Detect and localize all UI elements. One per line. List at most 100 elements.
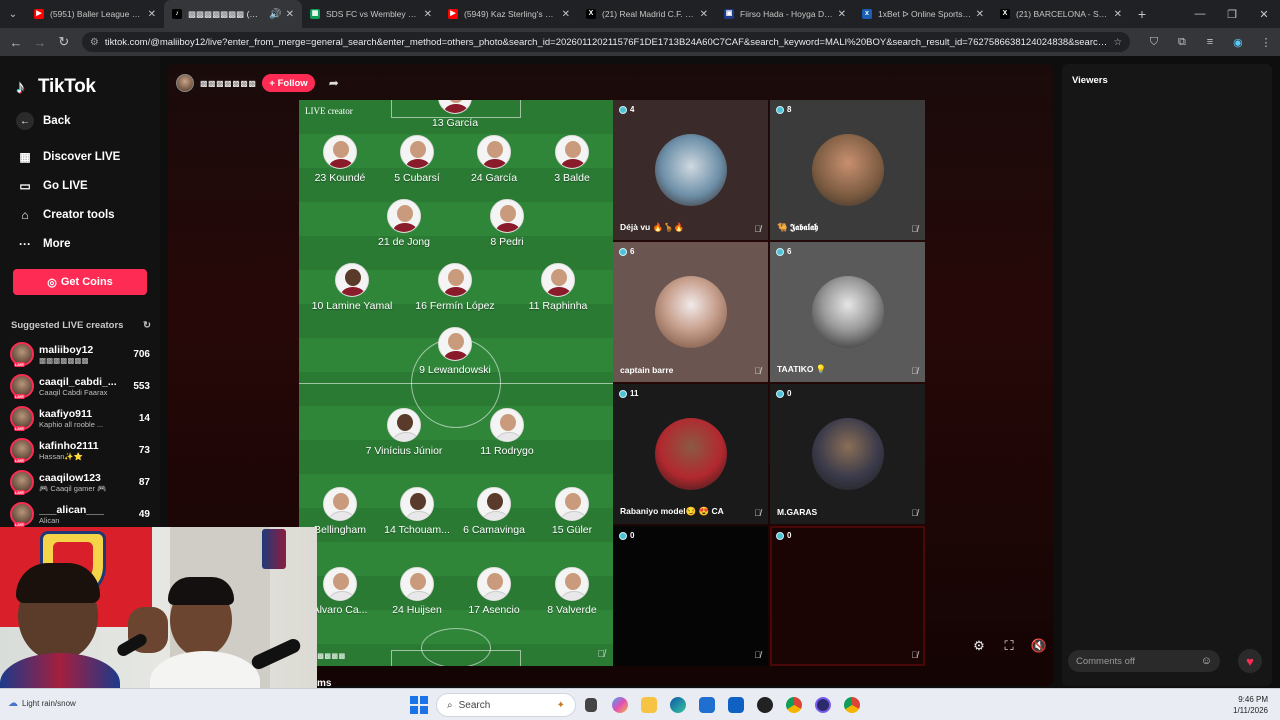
share-icon[interactable]: ➦ <box>329 76 339 90</box>
close-tab-icon[interactable]: ✕ <box>148 9 156 20</box>
media-player-icon[interactable] <box>808 693 837 717</box>
guest-tile[interactable]: 11 Rabaniyo model😏 😍 CA 🎙̸ <box>613 384 768 524</box>
sidebar-item-go-live[interactable]: ▭ Go LIVE <box>16 177 87 195</box>
taskbar-search[interactable]: ⌕ Search ✦ <box>436 693 576 717</box>
guest-tile[interactable]: 6 TAATIKO 💡 🎙̸ <box>770 242 925 382</box>
creator-avatar: LIVE <box>10 502 34 527</box>
comments-input[interactable]: Comments off ☺ <box>1068 650 1220 672</box>
creator-subtitle: ▩▩▩▩▩▩▩ <box>39 355 89 365</box>
emoji-icon[interactable]: ☺ <box>1201 655 1212 667</box>
weather-widget[interactable]: ☁ Light rain/snow <box>8 698 76 709</box>
back-link[interactable]: ← Back <box>16 112 71 130</box>
person-right-hair <box>168 577 234 605</box>
back-arrow-icon[interactable]: ← <box>4 35 28 50</box>
bookmark-star-icon[interactable]: ☆ <box>1113 37 1122 48</box>
file-explorer-icon[interactable] <box>634 693 663 717</box>
task-view-icon[interactable] <box>576 693 605 717</box>
forward-arrow-icon[interactable]: → <box>28 35 52 50</box>
guest-tile[interactable]: 0 🎙̸ <box>613 526 768 666</box>
suggested-creator[interactable]: LIVE maliiboy12 ▩▩▩▩▩▩▩ 706 <box>10 339 150 369</box>
browser-tab[interactable]: X (21) Real Madrid C.F. (@re ✕ <box>578 0 716 28</box>
tiktok-logo[interactable]: ♪ TikTok <box>16 76 96 98</box>
tab-search-menu-button[interactable]: ⌄ <box>0 0 26 28</box>
suggested-creator[interactable]: LIVE caaqil_cabdi_... Caaqil Cabdi Faarax 5… <box>10 371 150 401</box>
minimize-button[interactable]: — <box>1184 8 1216 21</box>
tab-title: ▩▩▩▩▩▩▩ (@mali <box>188 8 266 19</box>
browser-tab[interactable]: ▶ (5949) Kaz Sterling's SEN ✕ <box>440 0 578 28</box>
windows-start-icon[interactable] <box>410 696 428 714</box>
copilot-icon[interactable] <box>605 693 634 717</box>
close-window-button[interactable]: ✕ <box>1248 8 1280 21</box>
edge-icon[interactable] <box>663 693 692 717</box>
browser-tab[interactable]: ▦ SDS FC vs Wembley Rang ✕ <box>302 0 440 28</box>
close-tab-icon[interactable]: ✕ <box>1114 9 1122 20</box>
new-tab-button[interactable]: + <box>1130 6 1154 22</box>
suggested-creator[interactable]: LIVE ___alican___ Alican 49 <box>10 499 150 529</box>
creator-info: caaqilow123 🎮 Caaqil gamer 🎮 <box>39 472 121 493</box>
sidebar-item-creator-tools[interactable]: ⌂ Creator tools <box>16 206 114 224</box>
creator-name: kaafiyo911 <box>39 407 93 420</box>
sidebar-item-more[interactable]: ··· More <box>16 235 70 253</box>
browser-tab[interactable]: x 1xBet ᐅ Online Sports Be ✕ <box>854 0 992 28</box>
guest-tile[interactable]: 0 🎙̸ <box>770 526 925 666</box>
close-tab-icon[interactable]: ✕ <box>700 9 708 20</box>
suggested-creator[interactable]: LIVE kaafiyo911 Kaphio all rooble ... 14 <box>10 403 150 433</box>
shield-icon[interactable]: ⛉ <box>1140 36 1168 49</box>
profile-avatar-icon[interactable]: ◉ <box>1224 36 1252 49</box>
viewer-eye-icon <box>776 531 784 540</box>
browser-tab[interactable]: X (21) BARCELONA - Search ✕ <box>992 0 1130 28</box>
close-tab-icon[interactable]: ✕ <box>424 9 432 20</box>
close-tab-icon[interactable]: ✕ <box>562 9 570 20</box>
player-label: 13 García <box>431 117 479 129</box>
guest-tile[interactable]: 6 captain barre 🎙̸ <box>613 242 768 382</box>
guest-tile[interactable]: 0 M.GARAS 🎙̸ <box>770 384 925 524</box>
outlook-icon[interactable] <box>721 693 750 717</box>
chrome-icon[interactable] <box>779 693 808 717</box>
lineup-player: 24 García <box>449 135 539 184</box>
guest-tile[interactable]: 4 Déjà vu 🔥🦒🔥 🎙̸ <box>613 100 768 240</box>
browser-tab[interactable]: ▶ (5951) Baller League Fina ✕ <box>26 0 164 28</box>
chrome-profile-icon[interactable] <box>837 693 866 717</box>
tab-favicon: ▦ <box>310 9 320 19</box>
site-info-icon[interactable]: ⚙ <box>90 37 99 48</box>
gift-heart-button[interactable]: ♥ <box>1238 649 1262 673</box>
close-tab-icon[interactable]: ✕ <box>976 9 984 20</box>
media-controls-icon[interactable]: ≡ <box>1196 36 1224 49</box>
store-icon[interactable] <box>692 693 721 717</box>
volume-muted-icon[interactable]: 🔇 <box>1024 638 1053 654</box>
get-coins-button[interactable]: ◎ Get Coins <box>13 269 147 295</box>
refresh-icon[interactable]: ↻ <box>143 320 151 331</box>
sidebar-item-discover-live[interactable]: ▦ Discover LIVE <box>16 148 120 166</box>
creator-name: kafinho2111 <box>39 439 99 452</box>
restore-button[interactable]: ❐ <box>1216 8 1248 21</box>
lineup-player: 11 Rodrygo <box>462 408 552 457</box>
player-photo <box>387 199 421 233</box>
extensions-puzzle-icon[interactable]: ⧉ <box>1168 36 1196 49</box>
system-clock[interactable]: 9:46 PM 1/11/2026 <box>1233 694 1268 716</box>
windows-taskbar: ☁ Light rain/snow ⌕ Search ✦ 9:46 PM 1/1… <box>0 688 1280 720</box>
guest-tile[interactable]: 8 🐫 𝕵𝖆𝖇𝖆𝖑𝖆𝖍 🎙̸ <box>770 100 925 240</box>
creator-info: kafinho2111 Hassan✨⭐ <box>39 440 121 461</box>
follow-button[interactable]: + Follow <box>262 74 315 92</box>
muted-mic-icon: 🎙̸ <box>911 508 918 518</box>
player-photo <box>335 263 369 297</box>
obs-icon[interactable] <box>750 693 779 717</box>
reload-icon[interactable]: ↻ <box>52 34 76 50</box>
guest-viewer-count: 0 <box>776 389 791 398</box>
browser-tab[interactable]: ♪ ▩▩▩▩▩▩▩ (@mali 🔊 ✕ <box>164 0 302 28</box>
settings-icon[interactable]: ⚙ <box>964 638 994 654</box>
browser-tab[interactable]: ▣ Fiirso Hada - Hoyga Daav ✕ <box>716 0 854 28</box>
suggested-creator[interactable]: LIVE caaqilow123 🎮 Caaqil gamer 🎮 87 <box>10 467 150 497</box>
tab-audio-icon[interactable]: 🔊 <box>269 9 281 20</box>
close-tab-icon[interactable]: ✕ <box>838 9 846 20</box>
suggested-creator[interactable]: LIVE kafinho2111 Hassan✨⭐ 73 <box>10 435 150 465</box>
address-bar[interactable]: ⚙ tiktok.com/@maliiboy12/live?enter_from… <box>81 32 1130 52</box>
host-name[interactable]: ▩▩▩▩▩▩▩ <box>200 79 256 88</box>
close-tab-icon[interactable]: ✕ <box>286 9 294 20</box>
fullscreen-icon[interactable]: ⛶ <box>994 638 1024 654</box>
player-label: 24 García <box>470 172 518 184</box>
guest-viewer-count: 6 <box>776 247 791 256</box>
player-label: 6 Camavinga <box>463 524 525 536</box>
host-avatar[interactable] <box>176 74 194 92</box>
browser-menu-icon[interactable]: ⋮ <box>1252 36 1280 49</box>
